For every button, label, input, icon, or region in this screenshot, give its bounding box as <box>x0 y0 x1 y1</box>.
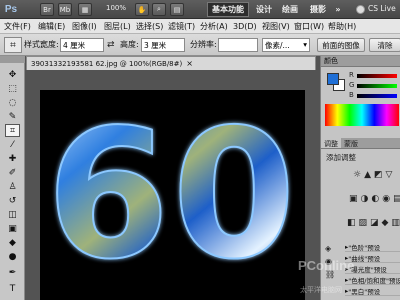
tools-panel: ✥ ⬚ ◌ ✎ ⌗ ⁄ ✚ ✐ ♙ ↺ ◫ ▣ ◆ ● ✒ T <box>0 56 25 300</box>
grid-icon: ▦ <box>81 5 89 14</box>
photoshop-logo: Ps <box>4 4 18 15</box>
zoom-tool-button[interactable]: ⌕ <box>152 3 166 16</box>
lasso-tool-icon[interactable]: ◌ <box>5 96 20 109</box>
move-tool-icon[interactable]: ✥ <box>5 68 20 81</box>
resolution-unit-value: 像素/... <box>265 41 290 50</box>
preset-levels-label: "色阶"预设 <box>348 243 381 252</box>
extras-button[interactable]: ▦ <box>78 3 92 16</box>
adjustments-tab[interactable]: 调整 <box>321 138 341 148</box>
resolution-label: 分辨率: <box>190 40 217 49</box>
type-tool-icon[interactable]: T <box>5 282 20 295</box>
document-canvas[interactable]: 60 <box>40 90 305 300</box>
hand-icon: ✋ <box>137 5 147 14</box>
arrange-icon: ▤ <box>173 5 181 14</box>
watermark-sub: 太平洋电脑网 <box>300 287 342 294</box>
crop-tool-preset-icon[interactable]: ⌗ <box>4 37 22 53</box>
resolution-unit-select[interactable]: 像素/... ▾ <box>262 38 310 52</box>
workspace-overflow[interactable]: » <box>333 2 343 17</box>
document-title: 39031332193581 62.jpg @ 100%(RGB/8#) <box>31 59 183 68</box>
add-adjustment-title: 添加调整 <box>326 153 356 162</box>
zoom-level[interactable]: 100% <box>106 4 126 12</box>
brush-tool-icon[interactable]: ✐ <box>5 166 20 179</box>
preset-bw-label: "黑白"预设 <box>348 287 381 296</box>
options-bar: ⌗ 样式: 宽度: 4 厘米 ⇄ 高度: 3 厘米 分辨率: 像素/... ▾ 前… <box>0 34 400 56</box>
menu-analysis[interactable]: 分析(A) <box>200 19 228 34</box>
channel-g-label: G <box>349 81 355 89</box>
hand-tool-button[interactable]: ✋ <box>135 3 149 16</box>
width-label: 宽度: <box>40 40 59 49</box>
gradient-tool-icon[interactable]: ▣ <box>5 222 20 235</box>
clear-button[interactable]: 清除 <box>369 38 400 52</box>
bridge-button[interactable]: Br <box>40 3 54 16</box>
eyedropper-tool-icon[interactable]: ⁄ <box>5 138 20 151</box>
workspace-design[interactable]: 设计 <box>252 2 276 17</box>
menu-image[interactable]: 图像(I) <box>72 19 97 34</box>
height-label: 高度: <box>120 40 139 49</box>
color-panel-tab[interactable]: 颜色 <box>321 56 400 67</box>
cs-live-icon <box>356 5 365 14</box>
menu-file[interactable]: 文件(F) <box>4 19 31 34</box>
menu-edit[interactable]: 编辑(E) <box>38 19 65 34</box>
quick-select-tool-icon[interactable]: ✎ <box>5 110 20 123</box>
eraser-tool-icon[interactable]: ◫ <box>5 208 20 221</box>
adjustments-tab-bar: 调整 蒙版 <box>321 138 400 149</box>
adjustment-icons-row-3[interactable]: ◧▨◪◆▥ <box>347 218 400 228</box>
height-field[interactable]: 3 厘米 <box>141 38 185 52</box>
menu-3d[interactable]: 3D(D) <box>233 19 257 34</box>
workspace-painting[interactable]: 绘画 <box>278 2 302 17</box>
preset-levels[interactable]: ▸ "色阶"预设 <box>345 242 400 252</box>
dodge-tool-icon[interactable]: ● <box>5 250 20 263</box>
healing-brush-tool-icon[interactable]: ✚ <box>5 152 20 165</box>
menu-bar: 文件(F) 编辑(E) 图像(I) 图层(L) 选择(S) 滤镜(T) 分析(A… <box>0 19 400 34</box>
menu-select[interactable]: 选择(S) <box>136 19 163 34</box>
blur-tool-icon[interactable]: ◆ <box>5 236 20 249</box>
adjustment-icons-row-1[interactable]: ☼▲◩▽ <box>353 170 395 180</box>
channel-b-label: B <box>349 91 354 99</box>
mini-bridge-button[interactable]: Mb <box>58 3 72 16</box>
marquee-tool-icon[interactable]: ⬚ <box>5 82 20 95</box>
close-icon[interactable]: × <box>186 59 193 68</box>
menu-filter[interactable]: 滤镜(T) <box>168 19 195 34</box>
color-spectrum[interactable] <box>325 104 399 126</box>
cs-live-button[interactable]: CS Live <box>368 4 396 13</box>
foreground-color-swatch[interactable] <box>327 73 339 85</box>
history-brush-tool-icon[interactable]: ↺ <box>5 194 20 207</box>
blue-slider[interactable] <box>357 94 397 98</box>
adjustment-icons-row-2[interactable]: ▣◑◐◉▤ <box>349 194 400 204</box>
workspace-essentials[interactable]: 基本功能 <box>207 2 249 17</box>
channel-r-label: R <box>349 71 354 79</box>
preset-hue-sat-label: "色相/饱和度"预设 <box>348 276 400 285</box>
red-slider[interactable] <box>357 74 397 78</box>
watermark-brand: PConline <box>298 258 355 273</box>
preset-hue-saturation[interactable]: ▸ "色相/饱和度"预设 <box>345 275 400 285</box>
tools-panel-header[interactable] <box>0 56 25 63</box>
zoom-icon: ⌕ <box>157 5 161 13</box>
application-bar: Ps Br Mb ▦ 100% ✋ ⌕ ▤ 基本功能 设计 绘画 摄影 » CS… <box>0 0 400 19</box>
chevron-down-icon: ▾ <box>303 40 307 49</box>
resolution-field[interactable] <box>218 38 258 52</box>
masks-tab[interactable]: 蒙版 <box>341 138 361 148</box>
document-tab[interactable]: 39031332193581 62.jpg @ 100%(RGB/8#) × <box>26 56 316 70</box>
canvas-artwork: 60 <box>45 90 298 299</box>
clone-stamp-tool-icon[interactable]: ♙ <box>5 180 20 193</box>
front-image-button[interactable]: 前面的图像 <box>317 38 365 52</box>
menu-help[interactable]: 帮助(H) <box>328 19 356 34</box>
pen-tool-icon[interactable]: ✒ <box>5 266 20 279</box>
menu-window[interactable]: 窗口(W) <box>294 19 324 34</box>
arrange-documents-button[interactable]: ▤ <box>170 3 184 16</box>
green-slider[interactable] <box>357 84 397 88</box>
menu-layer[interactable]: 图层(L) <box>104 19 131 34</box>
width-field[interactable]: 4 厘米 <box>60 38 104 52</box>
crop-tool-icon[interactable]: ⌗ <box>5 124 20 137</box>
menu-view[interactable]: 视图(V) <box>262 19 290 34</box>
workspace-photography[interactable]: 摄影 <box>306 2 330 17</box>
preset-black-white[interactable]: ▸ "黑白"预设 <box>345 286 400 296</box>
canvas-text-60: 60 <box>46 91 298 298</box>
color-tab-label: 颜色 <box>324 57 338 65</box>
swap-dimensions-icon[interactable]: ⇄ <box>107 40 115 50</box>
layer-icon[interactable]: ◈ <box>325 244 339 253</box>
